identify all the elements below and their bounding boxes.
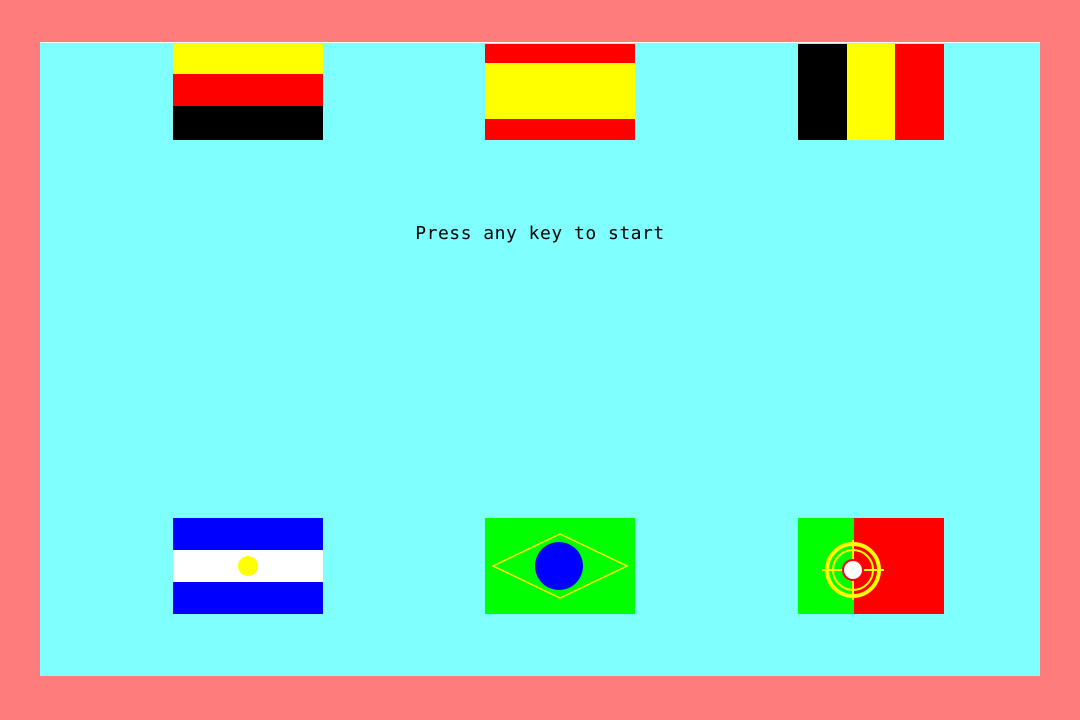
flag-stripe-black — [798, 44, 847, 140]
armillary-sphere-icon — [822, 540, 884, 600]
spain-flag — [485, 44, 635, 140]
germany-flag — [173, 44, 323, 140]
belgium-flag — [798, 44, 944, 140]
flag-stripe-red — [895, 44, 944, 140]
start-prompt: Press any key to start — [415, 223, 665, 244]
brazil-flag — [485, 518, 635, 614]
portugal-flag — [798, 518, 944, 614]
flag-stripe-yellow — [847, 44, 895, 140]
game-screen[interactable]: Press any key to start — [40, 42, 1040, 676]
flag-stripe-red-top — [485, 44, 635, 63]
flag-stripe-yellow — [485, 63, 635, 119]
flag-stripe-red-bottom — [485, 119, 635, 140]
argentina-flag — [173, 518, 323, 614]
flag-stripe-red — [173, 74, 323, 106]
flag-stripe-black — [173, 106, 323, 140]
sun-emblem-icon — [238, 556, 258, 576]
flag-stripe-yellow — [173, 44, 323, 74]
diamond-and-globe-icon — [491, 533, 629, 599]
